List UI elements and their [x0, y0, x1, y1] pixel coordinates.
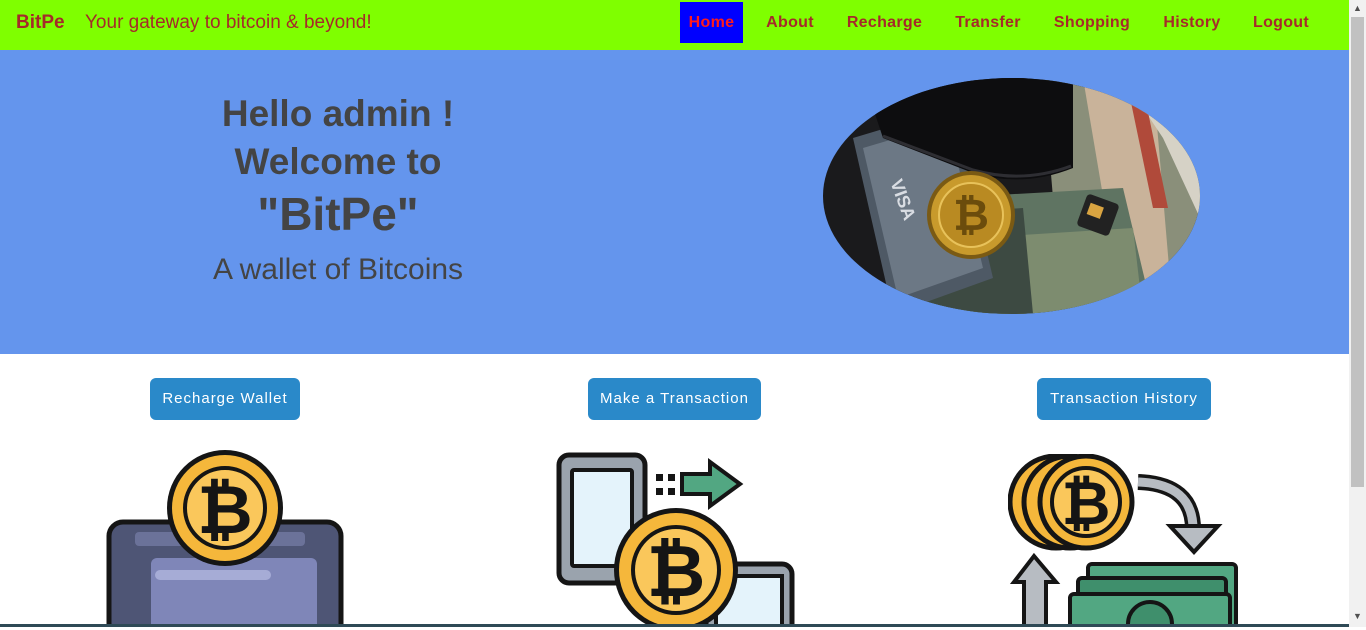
svg-text:₿: ₿ [1062, 469, 1111, 539]
top-navbar: BitPe Your gateway to bitcoin & beyond! … [0, 0, 1349, 50]
welcome-text: Hello admin ! Welcome to "BitPe" A walle… [138, 90, 538, 296]
nav-history[interactable]: History [1156, 2, 1228, 43]
svg-text:₿: ₿ [647, 529, 706, 613]
brand-tagline: Your gateway to bitcoin & beyond! [85, 12, 372, 33]
greeting-heading: Hello admin ! [221, 93, 455, 134]
app-name-heading: "BitPe" [257, 188, 419, 240]
recharge-wallet-button[interactable]: Recharge Wallet [150, 378, 300, 420]
svg-text:₿: ₿ [197, 471, 252, 550]
nav-about[interactable]: About [759, 2, 821, 43]
welcome-heading: Welcome to [234, 141, 442, 182]
brand-logo[interactable]: BitPe [16, 12, 65, 34]
phone-transfer-icon: ₿ [556, 452, 796, 630]
nav-home[interactable]: Home [680, 2, 743, 43]
vertical-scrollbar[interactable]: ▲ ▼ [1349, 0, 1366, 627]
nav-shopping[interactable]: Shopping [1046, 2, 1138, 43]
wallet-bitcoin-photo: VISA ₿ [823, 78, 1200, 314]
nav-recharge[interactable]: Recharge [838, 2, 931, 43]
scrollbar-thumb[interactable] [1351, 17, 1364, 487]
scroll-up-arrow-icon[interactable]: ▲ [1349, 0, 1366, 17]
wallet-coin-icon: ₿ [105, 450, 345, 630]
scroll-down-arrow-icon[interactable]: ▼ [1349, 608, 1366, 625]
make-transaction-button[interactable]: Make a Transaction [588, 378, 761, 420]
svg-text:₿: ₿ [953, 190, 989, 241]
nav-transfer[interactable]: Transfer [948, 2, 1028, 43]
nav-logout[interactable]: Logout [1245, 2, 1317, 43]
coin-cash-exchange-icon: ₿ [1007, 453, 1240, 630]
hero-subtitle: A wallet of Bitcoins [212, 253, 464, 286]
transaction-history-button[interactable]: Transaction History [1037, 378, 1211, 420]
hero-banner: Hello admin ! Welcome to "BitPe" A walle… [0, 50, 1349, 354]
